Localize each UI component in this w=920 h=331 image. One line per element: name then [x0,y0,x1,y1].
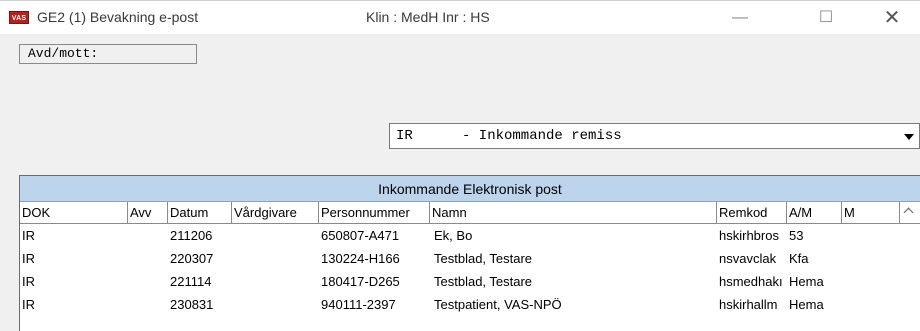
column-header-remkod[interactable]: Remkod [717,202,787,223]
chevron-down-icon[interactable] [899,124,919,148]
cell-am: Hema [789,274,824,289]
document-type-code: IR [396,128,413,144]
column-header-vardgivare[interactable]: Vårdgivare [232,202,319,223]
column-header-datum[interactable]: Datum [168,202,232,223]
cell-m [842,224,898,247]
cell-namn: Testpatient, VAS-NPÖ [434,297,562,312]
cell-remkod: hskirhallm [719,297,778,312]
cell-namn: Testblad, Testare [434,274,533,289]
cell-dok: IR [22,274,35,289]
document-type-text: - Inkommande remiss [462,128,622,144]
minimize-button[interactable]: — [720,5,760,31]
table-row[interactable]: IR 221114 180417-D265 Testblad, Testare … [20,270,900,293]
window-context: Klin : MedH Inr : HS [366,9,490,25]
cell-personnummer: 130224-H166 [321,251,400,266]
cell-namn: Ek, Bo [434,228,473,243]
cell-personnummer: 940111-2397 [321,297,396,312]
cell-vardgivare [232,247,319,270]
document-type-dropdown[interactable]: IR - Inkommande remiss [389,123,920,149]
cell-personnummer: 180417-D265 [321,274,400,289]
cell-am: Kfa [789,251,809,266]
title-bar: VAS GE2 (1) Bevakning e-post Klin : MedH… [0,0,920,34]
window-title: GE2 (1) Bevakning e-post [37,9,199,25]
maximize-button[interactable]: ☐ [806,5,846,31]
column-header-personnummer[interactable]: Personnummer [319,202,430,223]
cell-m [842,293,898,316]
cell-m [842,270,898,293]
cell-avv [128,270,168,293]
table-row[interactable]: IR 230831 940111-2397 Testpatient, VAS-N… [20,293,900,316]
cell-avv [128,224,168,247]
cell-namn: Testblad, Testare [434,251,533,266]
close-button[interactable]: ✕ [872,5,912,31]
cell-datum: 220307 [170,251,214,266]
cell-dok: IR [22,251,35,266]
app-icon: VAS [9,11,29,24]
table-row[interactable]: IR 211206 650807-A471 Ek, Bo hskirhbros … [20,224,900,247]
cell-remkod: hskirhbros [719,228,779,243]
cell-datum: 221114 [170,274,212,289]
cell-avv [128,293,168,316]
cell-dok: IR [22,228,35,243]
avd-mott-field[interactable]: Avd/mott: [19,44,197,64]
cell-vardgivare [232,293,319,316]
grid-caption: Inkommande Elektronisk post [20,176,920,202]
grid-header-row: DOK Avv Datum Vårdgivare Personnummer Na… [20,202,920,224]
column-header-avv[interactable]: Avv [128,202,168,223]
scroll-up-icon[interactable] [900,202,920,223]
column-header-namn[interactable]: Namn [430,202,717,223]
cell-m [842,247,898,270]
cell-remkod: nsvavclak [719,251,777,266]
cell-vardgivare [232,270,319,293]
cell-datum: 211206 [170,228,213,243]
mail-grid: Inkommande Elektronisk post DOK Avv Datu… [19,175,920,331]
column-header-m[interactable]: M [842,202,900,223]
cell-am: Hema [789,297,824,312]
cell-remkod: hsmedhakı [719,274,783,289]
column-header-am[interactable]: A/M [787,202,842,223]
cell-personnummer: 650807-A471 [321,228,400,243]
cell-avv [128,247,168,270]
table-row[interactable]: IR 220307 130224-H166 Testblad, Testare … [20,247,900,270]
cell-am: 53 [789,228,804,243]
cell-vardgivare [232,224,319,247]
column-header-dok[interactable]: DOK [20,202,128,223]
cell-datum: 230831 [170,297,214,312]
cell-dok: IR [22,297,35,312]
